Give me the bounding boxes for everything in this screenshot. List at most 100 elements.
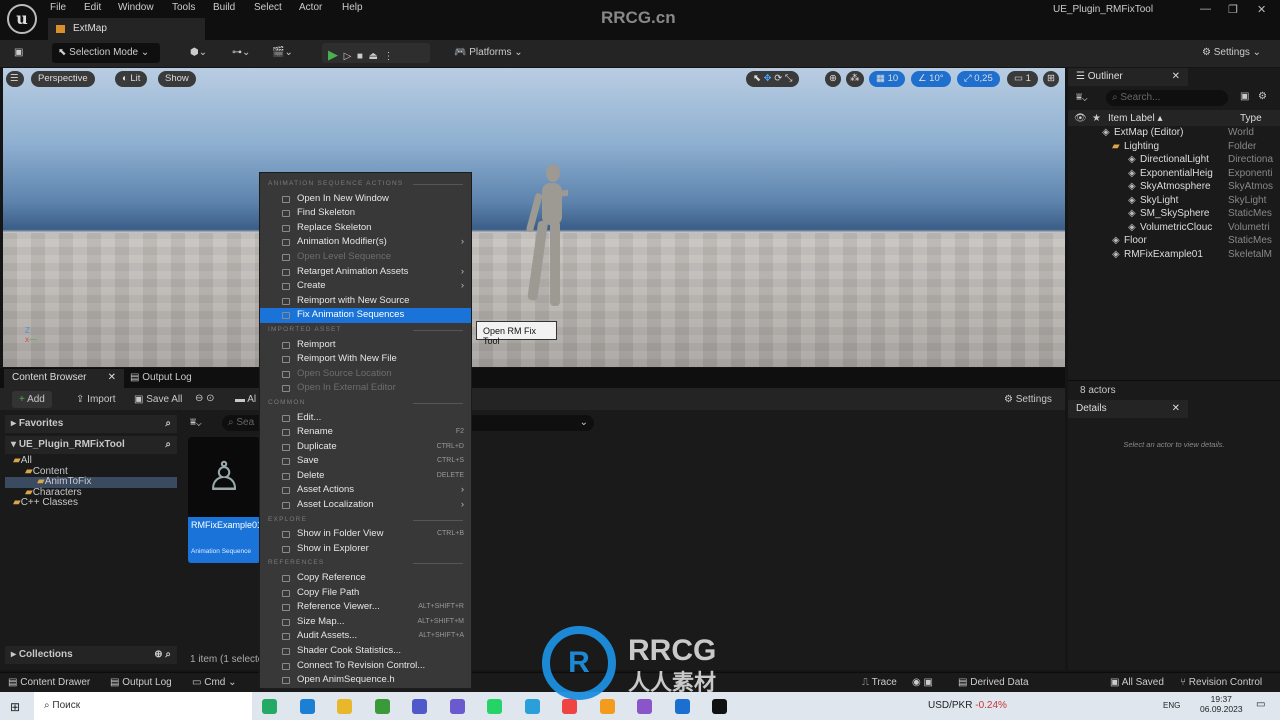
menu-item-size-map[interactable]: Size Map... ALT+SHIFT+M <box>260 615 471 630</box>
taskbar-app-icon[interactable] <box>374 699 390 714</box>
close-icon[interactable]: ✕ <box>108 372 116 383</box>
tab-content-browser[interactable]: Content Browser ✕ <box>4 369 124 388</box>
minimize-button[interactable]: — <box>1200 3 1211 15</box>
asset-tile[interactable]: ♙ RMFixExample01 Animation Sequence <box>188 437 260 563</box>
outliner-search-input[interactable]: ⌕ Search... <box>1106 90 1228 106</box>
layout-icon[interactable]: ⊞ <box>1043 71 1059 87</box>
grid-snap-toggle[interactable]: ▦ 10 <box>869 71 906 87</box>
scale-snap-toggle[interactable]: ⤢ 0,25 <box>957 71 1000 87</box>
add-actor-icon[interactable]: ⬢⌄ <box>184 43 213 63</box>
menu-item-asset-actions[interactable]: Asset Actions › <box>260 483 471 498</box>
taskbar-app-icon[interactable] <box>637 699 652 714</box>
selection-mode-dropdown[interactable]: ⬉ Selection Mode ⌄ <box>52 43 160 63</box>
project-section[interactable]: ▾ UE_Plugin_RMFixTool ⌕ <box>5 436 177 454</box>
menu-item-create[interactable]: Create › <box>260 279 471 294</box>
path-breadcrumb[interactable]: ▬ Al <box>235 394 256 405</box>
menu-help[interactable]: Help <box>342 2 363 13</box>
taskbar-app-icon[interactable] <box>487 699 502 714</box>
eject-icon[interactable]: ⏏ <box>368 51 377 62</box>
taskbar-app-icon[interactable] <box>262 699 277 714</box>
record-icon[interactable]: ◉ ▣ <box>912 677 933 688</box>
menu-item-connect-to-revision-control[interactable]: Connect To Revision Control... <box>260 659 471 674</box>
outliner-row[interactable]: DirectionalLight ◈ Directiona <box>1068 153 1280 167</box>
stop-icon[interactable]: ■ <box>357 51 363 62</box>
outliner-row[interactable]: SkyLight ◈ SkyLight <box>1068 194 1280 208</box>
perspective-button[interactable]: Perspective <box>31 71 95 87</box>
menu-item-reimport-with-new-file[interactable]: Reimport With New File <box>260 352 471 367</box>
tab-output-log[interactable]: ▤ Output Log <box>130 372 192 383</box>
outliner-row[interactable]: Floor ◈ StaticMes <box>1068 234 1280 248</box>
menu-item-audit-assets[interactable]: Audit Assets... ALT+SHIFT+A <box>260 629 471 644</box>
search-icon[interactable]: ⌕ <box>165 418 171 429</box>
menu-item-copy-file-path[interactable]: Copy File Path <box>260 586 471 601</box>
type-header[interactable]: Type <box>1240 113 1262 124</box>
language-indicator[interactable]: ENG <box>1163 701 1180 710</box>
menu-item-replace-skeleton[interactable]: Replace Skeleton <box>260 221 471 236</box>
collections-section[interactable]: ▸ Collections ⊕ ⌕ <box>5 646 177 664</box>
menu-item-shader-cook-statistics[interactable]: Shader Cook Statistics... <box>260 644 471 659</box>
menu-item-show-in-explorer[interactable]: Show in Explorer <box>260 542 471 557</box>
menu-edit[interactable]: Edit <box>84 2 101 13</box>
menu-actor[interactable]: Actor <box>299 2 322 13</box>
menu-tools[interactable]: Tools <box>172 2 195 13</box>
surface-snap-icon[interactable]: ⁂ <box>846 71 864 87</box>
rotation-snap-toggle[interactable]: ∠ 10° <box>911 71 951 87</box>
taskbar-app-icon[interactable] <box>712 699 727 714</box>
cmd-button[interactable]: ▭ Cmd ⌄ <box>192 677 237 688</box>
menu-item-asset-localization[interactable]: Asset Localization › <box>260 498 471 513</box>
menu-item-duplicate[interactable]: Duplicate CTRL+D <box>260 440 471 455</box>
settings-button[interactable]: ⚙ Settings ⌄ <box>1196 43 1267 63</box>
close-icon[interactable]: ✕ <box>1172 71 1180 82</box>
taskbar-app-icon[interactable] <box>599 699 615 714</box>
close-icon[interactable]: ✕ <box>1172 403 1180 414</box>
cinematics-icon[interactable]: 🎬⌄ <box>266 43 299 63</box>
search-icon[interactable]: ⌕ <box>165 439 171 450</box>
tab-outliner[interactable]: ☰ Outliner ✕ <box>1068 68 1188 86</box>
gear-icon[interactable]: ⚙ <box>1258 91 1267 102</box>
cb-settings-button[interactable]: ⚙ Settings <box>1004 394 1052 405</box>
save-icon[interactable]: ▣ <box>8 43 29 63</box>
menu-item-save[interactable]: Save CTRL+S <box>260 454 471 469</box>
history-back-icon[interactable]: ⊖ ⊙ <box>195 393 215 404</box>
outliner-row[interactable]: Lighting ▰ Folder <box>1068 140 1280 154</box>
menu-item-copy-reference[interactable]: Copy Reference <box>260 571 471 586</box>
all-saved-button[interactable]: ▣ All Saved <box>1110 677 1164 688</box>
menu-item-fix-animation-sequences[interactable]: Fix Animation Sequences <box>260 308 471 323</box>
menu-item-open-in-external-editor[interactable]: Open In External Editor <box>260 381 471 396</box>
play-icon[interactable]: ▶ <box>328 47 338 62</box>
save-all-button[interactable]: ▣ Save All <box>134 394 182 405</box>
menu-item-edit[interactable]: Edit... <box>260 411 471 426</box>
outliner-row[interactable]: SM_SkySphere ◈ StaticMes <box>1068 207 1280 221</box>
menu-item-retarget-animation-assets[interactable]: Retarget Animation Assets › <box>260 265 471 280</box>
unreal-logo[interactable]: u <box>7 4 37 34</box>
more-icon[interactable]: ⋮ <box>383 51 393 62</box>
windows-start-icon[interactable]: ⊞ <box>10 700 20 714</box>
outliner-row[interactable]: ExponentialHeig ◈ Exponenti <box>1068 167 1280 181</box>
menu-select[interactable]: Select <box>254 2 282 13</box>
menu-item-animation-modifier-s[interactable]: Animation Modifier(s) › <box>260 235 471 250</box>
menu-item-rename[interactable]: Rename F2 <box>260 425 471 440</box>
notifications-icon[interactable]: ▭ <box>1256 699 1265 710</box>
taskbar-app-icon[interactable] <box>562 699 577 714</box>
revision-control-button[interactable]: ⑂ Revision Control <box>1180 677 1262 688</box>
content-drawer-button[interactable]: ▤ Content Drawer <box>8 677 90 688</box>
item-label-header[interactable]: Item Label ▴ <box>1108 113 1163 124</box>
taskbar-app-icon[interactable] <box>449 699 465 714</box>
menu-item-reimport-with-new-source[interactable]: Reimport with New Source <box>260 294 471 309</box>
menu-item-reference-viewer[interactable]: Reference Viewer... ALT+SHIFT+R <box>260 600 471 615</box>
menu-item-delete[interactable]: Delete DELETE <box>260 469 471 484</box>
menu-item-open-in-new-window[interactable]: Open In New Window <box>260 192 471 207</box>
star-icon[interactable]: ★ <box>1092 113 1101 124</box>
filter-icon[interactable]: ⩸⌄ <box>1076 92 1087 103</box>
filter-icon[interactable]: ⩸⌄ <box>190 417 201 428</box>
transform-tools[interactable]: ⬉ ✥ ⟳ ⤡ <box>746 71 800 87</box>
add-folder-icon[interactable]: ▣ <box>1240 91 1249 102</box>
taskbar-app-icon[interactable] <box>412 699 427 714</box>
outliner-row[interactable]: SkyAtmosphere ◈ SkyAtmos <box>1068 180 1280 194</box>
world-space-icon[interactable]: ⊕ <box>825 71 841 87</box>
outliner-row[interactable]: RMFixExample01 ◈ SkeletalM <box>1068 248 1280 262</box>
menu-file[interactable]: File <box>50 2 66 13</box>
show-button[interactable]: Show <box>158 71 196 87</box>
trace-button[interactable]: ⎍ Trace <box>862 677 897 688</box>
taskbar-app-icon[interactable] <box>337 699 352 714</box>
